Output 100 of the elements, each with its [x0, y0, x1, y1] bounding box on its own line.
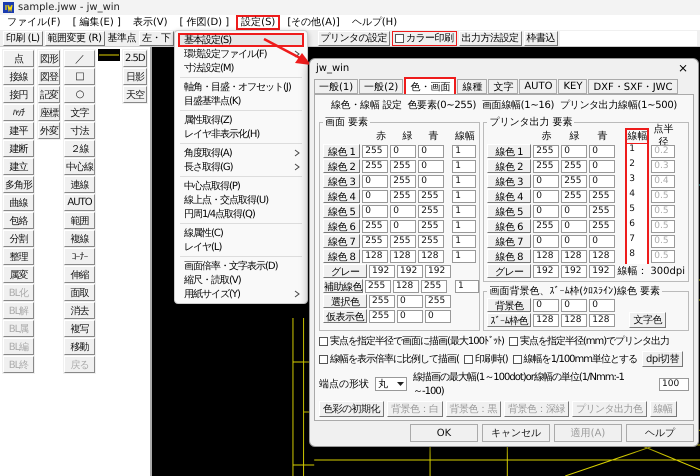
menu-item[interactable]: 角度取得(A) — [178, 146, 304, 160]
tool-button[interactable]: 建平 — [3, 122, 34, 139]
value-field[interactable]: 128 — [418, 250, 444, 262]
menu-item[interactable]: 設定(S) — [236, 15, 280, 30]
value-field[interactable]: 255 — [365, 280, 391, 292]
dialog-button[interactable]: ヘルプ — [626, 424, 694, 442]
value-field[interactable]: 128 — [561, 250, 588, 262]
menu-item[interactable]: ヘルプ(H) — [346, 15, 402, 30]
value-field[interactable]: 0 — [390, 204, 416, 218]
tab[interactable]: AUTO — [519, 79, 558, 94]
tool-button[interactable]: 外変 — [38, 122, 60, 139]
width-field[interactable]: 6 — [625, 218, 650, 234]
tool-button[interactable]: 図形 — [38, 50, 60, 67]
tool-button[interactable]: 曲線 — [3, 194, 34, 211]
tab[interactable]: KEY — [558, 79, 588, 94]
value-field[interactable]: 0 — [561, 204, 588, 218]
dpi-button[interactable]: dpi切替 — [642, 351, 684, 367]
value-field[interactable]: 0 — [561, 298, 588, 312]
value-field[interactable]: 0 — [533, 204, 560, 218]
menu-item[interactable]: 表示(V) — [128, 15, 172, 30]
color-button[interactable]: グレー — [487, 264, 532, 278]
tab[interactable]: 一般(2) — [359, 79, 404, 94]
tool-button[interactable]: 寸法 — [64, 122, 95, 139]
color-button[interactable]: 線色 8 — [487, 249, 532, 263]
color-preset-button[interactable]: 色彩の初期化 — [319, 401, 384, 417]
color-button[interactable]: 線色 5 — [487, 204, 532, 218]
value-field[interactable]: 255 — [561, 160, 588, 172]
tool-button[interactable]: 接円 — [3, 86, 34, 103]
line-sample-icon[interactable] — [98, 49, 120, 61]
menu-item[interactable]: 中心点取得(P) — [178, 179, 304, 193]
tool-button[interactable]: 複写 — [64, 320, 95, 337]
value-field[interactable]: 255 — [418, 220, 444, 232]
value-field[interactable]: 0 — [362, 174, 388, 188]
close-button[interactable]: × — [674, 61, 692, 75]
menu-item[interactable]: 用紙サイズ(Y) — [178, 287, 304, 301]
value-field[interactable]: 0 — [397, 294, 423, 308]
color-button[interactable]: 線色 1 — [487, 144, 532, 158]
value-field[interactable]: 255 — [589, 220, 616, 232]
tool-button[interactable]: 文字 — [64, 104, 95, 121]
menu-item[interactable]: [その他(A)] — [282, 15, 345, 30]
value-field[interactable]: 128 — [390, 250, 416, 262]
tool-button[interactable]: 連線 — [64, 176, 95, 193]
menu-item[interactable]: 軸角・目盛・オフセット(J) — [178, 80, 304, 94]
color-button[interactable]: 線色 2 — [487, 159, 532, 173]
value-field[interactable]: 192 — [397, 264, 423, 278]
tool-button[interactable]: 属変 — [3, 266, 34, 283]
tool-button[interactable]: ﾊｯﾁ — [3, 104, 34, 121]
value-field[interactable]: 192 — [369, 264, 395, 278]
toolbar-button[interactable]: プリンタの設定 — [318, 30, 390, 46]
value-field[interactable]: 0 — [362, 204, 388, 218]
tool-button[interactable]: ２線 — [64, 140, 95, 157]
width-field[interactable]: 1 — [452, 144, 476, 158]
color-button[interactable]: 線色 7 — [323, 234, 360, 248]
tab[interactable]: 線種 — [457, 79, 488, 94]
value-field[interactable]: 0 — [561, 234, 588, 248]
width-field[interactable]: 1 — [452, 174, 476, 188]
menu-item[interactable]: 目盛基準点(K) — [178, 94, 304, 108]
value-field[interactable]: 255 — [369, 294, 395, 308]
tool-button[interactable]: 範囲 — [64, 212, 95, 229]
value-field[interactable]: 128 — [561, 314, 588, 326]
width-field[interactable]: 4 — [625, 188, 650, 204]
value-field[interactable]: 255 — [390, 190, 416, 202]
tool-button[interactable]: ｺｰﾅｰ — [64, 248, 95, 265]
menu-item[interactable]: 長さ取得(G) — [178, 160, 304, 174]
tool-button[interactable]: ○ — [64, 86, 95, 103]
option-checkbox[interactable]: 実点を指定半径(mm)でプリンタ出力 — [508, 334, 670, 348]
dialog-button[interactable]: キャンセル — [482, 424, 550, 442]
value-field[interactable]: 192 — [533, 264, 560, 278]
value-field[interactable]: 192 — [425, 264, 451, 278]
value-field[interactable]: 255 — [418, 190, 444, 202]
width-field[interactable]: 2 — [625, 158, 650, 174]
option-checkbox[interactable]: 線幅を表示倍率に比例して描画( — [319, 352, 459, 366]
tool-button[interactable]: 移動 — [64, 338, 95, 355]
value-field[interactable]: 128 — [533, 250, 560, 262]
menu-item[interactable]: 縮尺・読取(V) — [178, 273, 304, 287]
width-field[interactable]: 1 — [452, 190, 476, 202]
value-field[interactable]: 192 — [589, 264, 616, 278]
value-field[interactable]: 0 — [589, 298, 616, 312]
color-button[interactable]: 線色 5 — [323, 204, 360, 218]
value-field[interactable]: 255 — [421, 280, 447, 292]
width-field[interactable]: 5 — [625, 204, 650, 218]
option-checkbox[interactable]: 線幅を1/100mm単位とする — [512, 352, 638, 366]
value-field[interactable]: 0 — [533, 174, 560, 188]
toolbar-button[interactable]: 枠書込 — [524, 30, 558, 46]
value-field[interactable]: 128 — [533, 314, 560, 326]
tool-button[interactable]: 多角形 — [3, 176, 34, 193]
value-field[interactable]: 128 — [393, 280, 419, 292]
color-button[interactable]: 線色 4 — [487, 189, 532, 203]
color-button[interactable]: 線色 1 — [323, 144, 360, 158]
value-field[interactable]: 0 — [397, 310, 423, 322]
color-button[interactable]: グレー — [323, 264, 367, 278]
color-button[interactable]: 線色 3 — [487, 174, 532, 188]
value-field[interactable]: 0 — [533, 190, 560, 202]
menu-item[interactable]: 基本設定(S) — [178, 33, 304, 47]
width-field[interactable]: 1 — [455, 280, 479, 292]
value-field[interactable]: 255 — [362, 234, 388, 248]
value-field[interactable]: 0 — [418, 174, 444, 188]
dialog-button[interactable]: OK — [410, 424, 478, 442]
toolbar-button[interactable]: 出力方法設定 — [458, 30, 522, 46]
color-button[interactable]: 線色 4 — [323, 189, 360, 203]
